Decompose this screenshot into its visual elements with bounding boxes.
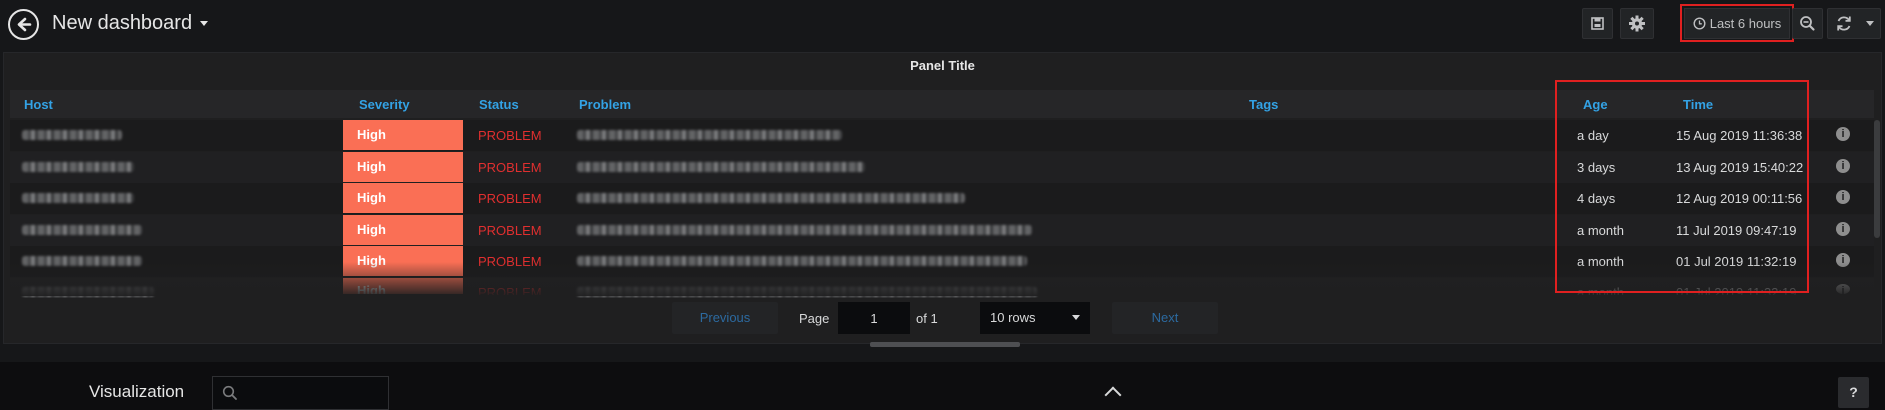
status-value: PROBLEM [478,223,542,238]
column-header-tags[interactable]: Tags [1249,97,1278,112]
page-label: Page [799,311,830,326]
column-header-problem[interactable]: Problem [579,97,631,112]
zoom-out-button[interactable] [1792,8,1823,39]
host-value-redacted [22,256,142,266]
info-icon[interactable]: i [1836,284,1850,294]
zoom-out-icon [1800,16,1815,31]
severity-badge: High [343,152,463,182]
status-value: PROBLEM [478,128,542,143]
host-value-redacted [22,162,134,172]
severity-badge: High [343,183,463,213]
host-value-redacted [22,130,122,140]
rows-per-page-select[interactable]: 10 rows [980,302,1090,334]
status-value: PROBLEM [478,285,542,295]
page-total-label: of 1 [916,311,938,326]
severity-badge: High [343,120,463,150]
chevron-down-icon [200,21,209,27]
dashboard-title-text: New dashboard [52,12,193,34]
dashboard-title[interactable]: New dashboard [52,12,209,35]
rows-per-page-value: 10 rows [990,310,1036,325]
panel-resize-handle[interactable] [870,342,1020,347]
highlight-time-range [1680,4,1794,42]
info-icon[interactable]: i [1836,253,1850,267]
previous-page-button[interactable]: Previous [672,302,778,334]
status-value: PROBLEM [478,254,542,269]
problem-value-redacted [577,130,842,140]
severity-badge: High [343,246,463,276]
info-icon[interactable]: i [1836,222,1850,236]
table-scrollbar[interactable] [1874,120,1880,238]
status-value: PROBLEM [478,191,542,206]
host-value-redacted [22,193,134,203]
visualization-label: Visualization [89,382,185,401]
panel-title: Panel Title [910,58,975,73]
settings-button[interactable] [1620,8,1654,39]
status-value: PROBLEM [478,160,542,175]
severity-badge: High [343,215,463,245]
host-value-redacted [22,287,154,297]
visualization-search-input[interactable] [212,376,389,410]
next-page-button[interactable]: Next [1112,302,1218,334]
search-icon [222,385,237,400]
save-button[interactable] [1582,8,1613,39]
back-arrow-icon[interactable] [8,9,39,40]
save-icon [1591,17,1604,30]
refresh-dropdown-chevron-icon[interactable] [1866,21,1874,26]
column-header-status[interactable]: Status [479,97,519,112]
pagination-bar [10,298,1874,342]
host-value-redacted [22,225,142,235]
highlight-age-time-columns [1555,80,1809,293]
refresh-button[interactable] [1827,8,1881,39]
caret-down-icon [1072,315,1080,320]
info-icon[interactable]: i [1836,159,1850,173]
help-button[interactable]: ? [1838,377,1869,408]
column-header-severity[interactable]: Severity [359,97,410,112]
problem-value-redacted [577,287,1037,297]
severity-badge: High [343,278,463,294]
problem-value-redacted [577,225,1032,235]
problem-value-redacted [577,162,865,172]
refresh-icon [1837,16,1851,31]
gear-icon [1629,15,1645,32]
problem-value-redacted [577,193,965,203]
page-number-input[interactable] [838,302,910,334]
info-icon[interactable]: i [1836,127,1850,141]
problem-value-redacted [577,256,1027,266]
column-header-host[interactable]: Host [24,97,53,112]
info-icon[interactable]: i [1836,190,1850,204]
